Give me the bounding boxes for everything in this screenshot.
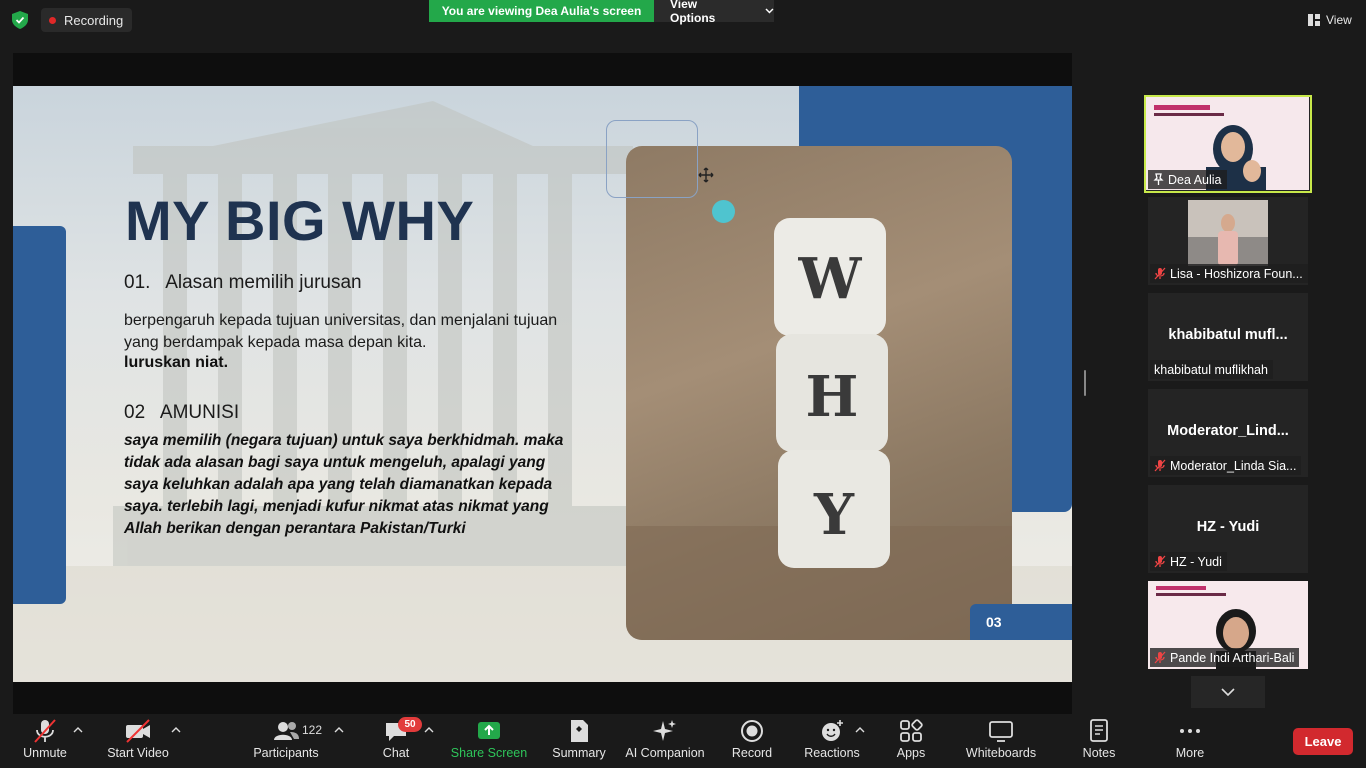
record-icon: [741, 720, 763, 742]
notes-button[interactable]: Notes: [1080, 718, 1118, 766]
pin-icon: [1153, 173, 1164, 185]
share-screen-button[interactable]: Share Screen: [451, 718, 527, 766]
item2-heading: 02 AMUNISI: [124, 402, 240, 423]
meeting-toolbar: Unmute Start Video Participants 122 Chat…: [0, 714, 1366, 768]
participant-tile-hz-yudi[interactable]: HZ - Yudi HZ - Yudi: [1148, 485, 1308, 573]
unmute-button[interactable]: Unmute: [22, 718, 68, 766]
participant-display-name: Moderator_Lind...: [1167, 423, 1289, 439]
panel-resize-handle[interactable]: [1084, 370, 1086, 396]
reactions-options-caret-icon[interactable]: [855, 726, 865, 734]
sparkle-icon: [653, 720, 676, 741]
muted-mic-icon: [1154, 651, 1166, 664]
start-video-button[interactable]: Start Video: [106, 718, 170, 766]
item1-bold-text: luruskan niat.: [124, 354, 229, 371]
participant-tile-pande-indi[interactable]: Pande Indi Arthari-Bali: [1148, 581, 1308, 669]
muted-mic-icon: [1154, 555, 1166, 568]
view-options-label: View Options: [670, 0, 716, 25]
view-label: View: [1326, 13, 1352, 27]
dice-stack-image: W H Y: [626, 218, 1012, 640]
participants-count: 122: [302, 723, 323, 737]
presentation-slide: MY BIG WHY 01. Alasan memilih jurusan be…: [13, 86, 1072, 682]
slide-title: MY BIG WHY: [125, 189, 475, 252]
participant-name-tag: Lisa - Hoshizora Foun...: [1150, 264, 1308, 283]
dice-letter-h: H: [806, 364, 859, 430]
participant-tile-khabibatul[interactable]: khabibatul mufl... khabibatul muflikhah: [1148, 293, 1308, 381]
view-layout-button[interactable]: View: [1300, 9, 1360, 31]
muted-mic-icon: [34, 719, 56, 743]
top-bar: Recording You are viewing Dea Aulia's sc…: [0, 0, 1366, 40]
item1-text: berpengaruh kepada tujuan universitas, d…: [124, 312, 558, 351]
audio-options-caret-icon[interactable]: [73, 726, 83, 734]
reactions-button[interactable]: Reactions: [803, 718, 861, 766]
whiteboard-icon: [989, 721, 1013, 742]
participant-display-name: HZ - Yudi: [1196, 519, 1260, 535]
whiteboards-button[interactable]: Whiteboards: [964, 718, 1038, 766]
move-cursor-icon: [698, 167, 714, 183]
more-button[interactable]: More: [1172, 718, 1208, 766]
view-options-button[interactable]: View Options: [654, 0, 774, 25]
grid-view-icon: [1308, 14, 1320, 26]
participant-name-tag: Dea Aulia: [1148, 170, 1227, 189]
security-shield-icon[interactable]: [12, 11, 28, 29]
participants-options-caret-icon[interactable]: [334, 726, 344, 734]
dice-letter-y: Y: [813, 482, 855, 548]
participant-display-name: khabibatul mufl...: [1168, 327, 1288, 343]
chevron-down-icon: [765, 8, 774, 14]
participant-name-tag: Moderator_Linda Sia...: [1150, 456, 1302, 475]
recording-label: Recording: [64, 12, 124, 28]
muted-mic-icon: [1154, 459, 1166, 472]
smiley-reaction-icon: [822, 720, 843, 741]
item2-text: saya memilih (negara tujuan) untuk saya …: [124, 432, 564, 537]
apps-button[interactable]: Apps: [894, 718, 928, 766]
summary-button[interactable]: Summary: [550, 718, 608, 766]
participant-tile-lisa[interactable]: Lisa - Hoshizora Foun...: [1148, 197, 1308, 285]
annotation-rectangle: [606, 120, 698, 198]
left-blue-accent: [13, 226, 66, 604]
summary-document-icon: [571, 720, 588, 742]
chat-unread-badge: 50: [398, 717, 422, 732]
video-options-caret-icon[interactable]: [171, 726, 181, 734]
viewing-screen-banner: You are viewing Dea Aulia's screen: [429, 0, 654, 22]
participant-name-tag: khabibatul muflikhah: [1150, 360, 1273, 379]
participant-name-tag: Pande Indi Arthari-Bali: [1150, 648, 1300, 667]
ai-companion-button[interactable]: AI Companion: [624, 718, 706, 766]
participant-name-tag: HZ - Yudi: [1150, 552, 1227, 571]
leave-meeting-button[interactable]: Leave: [1293, 728, 1353, 755]
recording-dot-icon: [49, 16, 56, 24]
why-dice-photo: W H Y: [626, 146, 1012, 640]
more-dots-icon: [1180, 729, 1200, 733]
recording-indicator[interactable]: Recording: [41, 8, 133, 32]
participants-icon: [274, 722, 299, 740]
chevron-down-icon: [1221, 688, 1235, 696]
dice-letter-w: W: [798, 246, 863, 312]
zoom-meeting-window: Recording You are viewing Dea Aulia's sc…: [0, 0, 1366, 768]
record-button[interactable]: Record: [730, 718, 774, 766]
notes-icon: [1090, 719, 1108, 742]
chat-options-caret-icon[interactable]: [424, 726, 434, 734]
participant-tile-dea-aulia[interactable]: Dea Aulia: [1144, 95, 1312, 193]
item1-heading: 01. Alasan memilih jurusan: [124, 272, 362, 293]
scroll-participants-down-button[interactable]: [1191, 676, 1265, 708]
apps-icon: [900, 719, 923, 742]
share-screen-icon: [478, 722, 500, 739]
slide-page-number: 03: [970, 604, 1072, 640]
video-off-icon: [126, 719, 150, 743]
pointer-dot: [712, 200, 735, 223]
participant-tile-moderator-linda[interactable]: Moderator_Lind... Moderator_Linda Sia...: [1148, 389, 1308, 477]
muted-mic-icon: [1154, 267, 1166, 280]
